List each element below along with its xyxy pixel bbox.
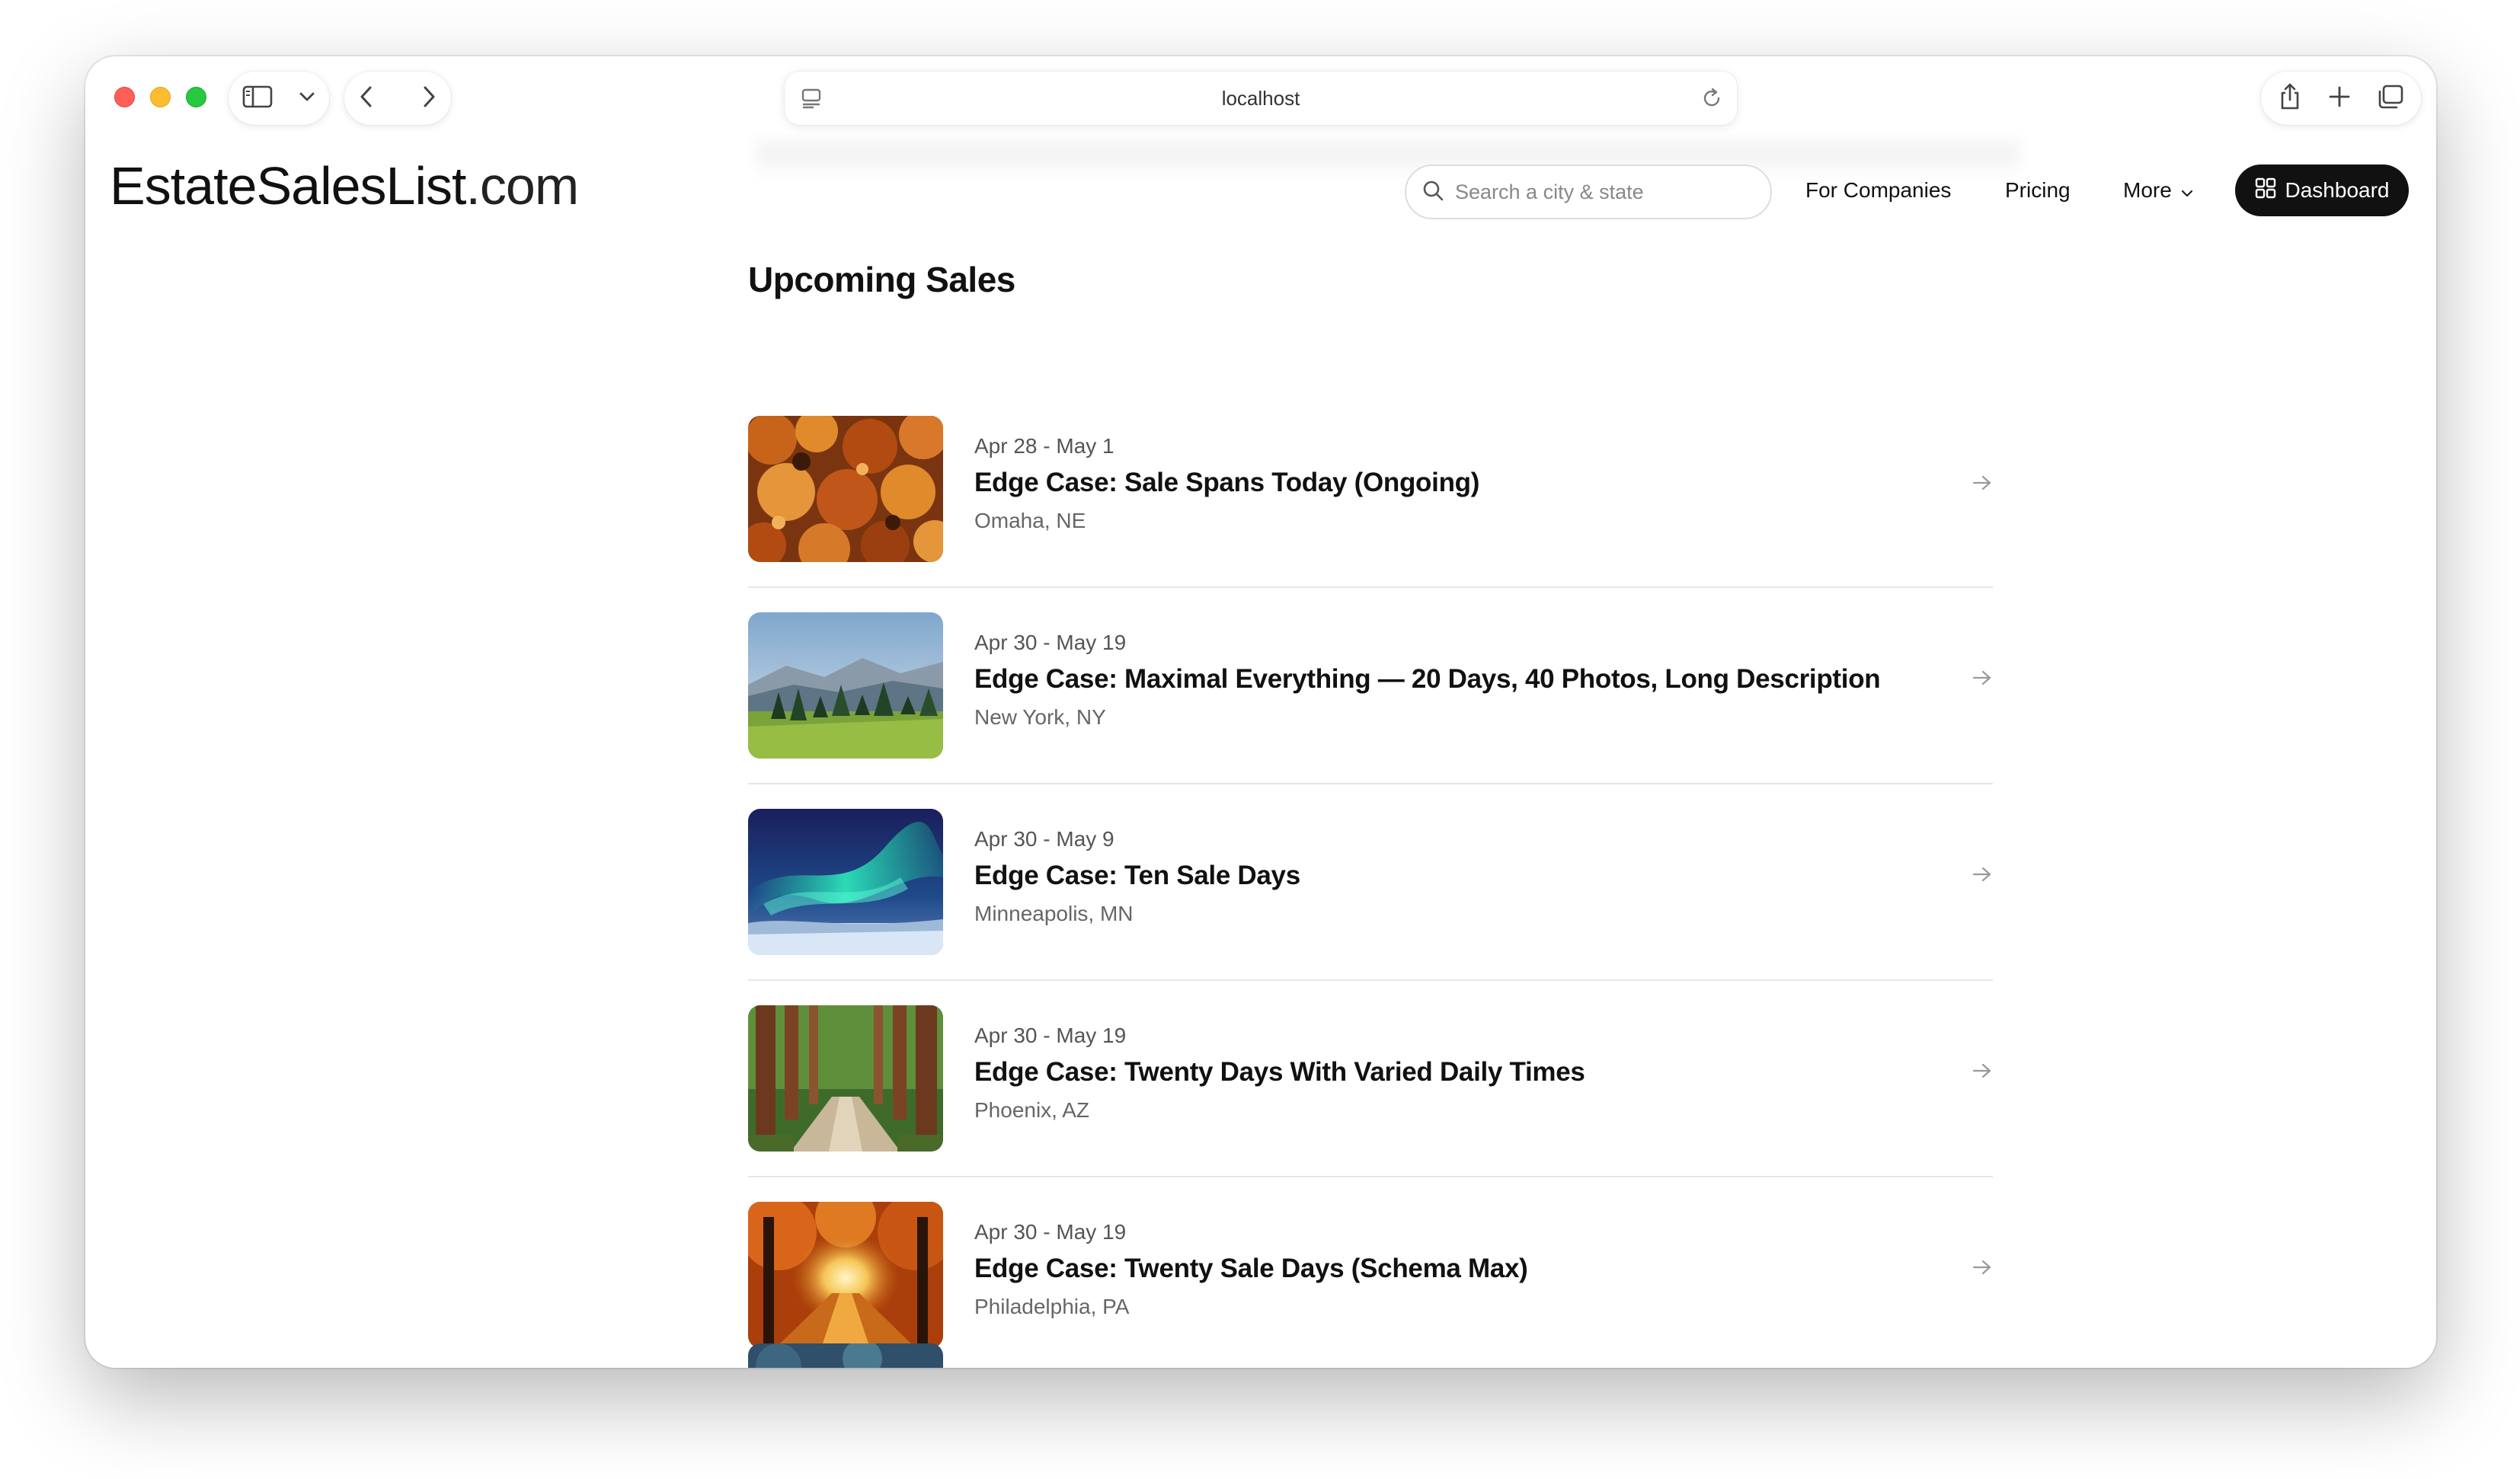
back-icon[interactable] bbox=[360, 85, 373, 112]
sale-title[interactable]: Edge Case: Twenty Days With Varied Daily… bbox=[974, 1057, 1585, 1088]
tab-overview-icon[interactable] bbox=[2377, 84, 2404, 113]
arrow-right-icon bbox=[1972, 669, 1993, 691]
sale-location: New York, NY bbox=[974, 705, 1106, 729]
dashboard-label: Dashboard bbox=[2285, 178, 2390, 202]
arrow-right-icon bbox=[1972, 1062, 1993, 1084]
sale-thumbnail-redwood-path bbox=[748, 1005, 943, 1152]
window-controls bbox=[114, 87, 206, 107]
sale-location: Omaha, NE bbox=[974, 509, 1086, 532]
browser-window: localhost EstateSalesList.com For Compan… bbox=[85, 56, 2436, 1368]
sales-list: Apr 28 - May 1 Edge Case: Sale Spans Tod… bbox=[748, 359, 1993, 1368]
city-search[interactable] bbox=[1405, 165, 1772, 219]
search-icon bbox=[1421, 179, 1444, 206]
history-nav-group bbox=[344, 72, 451, 125]
url-text: localhost bbox=[1221, 86, 1300, 110]
logo-tld: .com bbox=[465, 156, 579, 216]
sidebar-toggle-group bbox=[229, 72, 329, 125]
sale-location: Phoenix, AZ bbox=[974, 1098, 1089, 1122]
sale-thumbnail-mountain-forest bbox=[748, 612, 943, 759]
page-title: Upcoming Sales bbox=[748, 260, 1015, 299]
browser-toolbar: localhost bbox=[85, 56, 2436, 140]
sale-dates: Apr 30 - May 19 bbox=[974, 631, 1127, 654]
sale-list-item[interactable]: Apr 30 - May 9 Edge Case: Ten Sale Days … bbox=[748, 784, 1993, 981]
close-window-button[interactable] bbox=[114, 87, 135, 107]
site-logo[interactable]: EstateSalesList.com bbox=[110, 155, 579, 216]
sale-list-item[interactable]: Apr 30 - May 19 Edge Case: Maximal Every… bbox=[748, 588, 1993, 784]
toolbar-shadow bbox=[756, 133, 2020, 180]
chevron-down-icon[interactable] bbox=[299, 91, 315, 106]
sale-location: Philadelphia, PA bbox=[974, 1295, 1130, 1318]
toolbar-actions-group bbox=[2261, 72, 2421, 125]
grid-icon bbox=[2255, 177, 2276, 204]
sale-dates: Apr 30 - May 19 bbox=[974, 1024, 1127, 1047]
sidebar-icon[interactable] bbox=[242, 85, 273, 112]
nav-for-companies[interactable]: For Companies bbox=[1805, 178, 1951, 203]
sale-thumbnail-aurora bbox=[748, 809, 943, 955]
search-input[interactable] bbox=[1455, 180, 1744, 204]
nav-more-label: More bbox=[2123, 178, 2172, 202]
reload-icon[interactable] bbox=[1700, 87, 1723, 113]
sale-thumbnail-autumn-tunnel bbox=[748, 1202, 943, 1348]
minimize-window-button[interactable] bbox=[150, 87, 171, 107]
sale-dates: Apr 30 - May 9 bbox=[974, 827, 1114, 851]
zoom-window-button[interactable] bbox=[186, 87, 206, 107]
address-bar[interactable]: localhost bbox=[785, 72, 1737, 125]
sale-dates: Apr 30 - May 19 bbox=[974, 1220, 1127, 1244]
sale-list-item[interactable]: Apr 28 - May 1 Edge Case: Sale Spans Tod… bbox=[748, 359, 1993, 588]
chevron-down-icon bbox=[2181, 178, 2193, 203]
sale-dates: Apr 28 - May 1 bbox=[974, 434, 1114, 458]
share-icon[interactable] bbox=[2278, 82, 2302, 115]
dashboard-button[interactable]: Dashboard bbox=[2235, 165, 2409, 216]
sale-location: Minneapolis, MN bbox=[974, 902, 1134, 925]
arrow-right-icon bbox=[1972, 865, 1993, 887]
arrow-right-icon bbox=[1972, 1258, 1993, 1280]
sale-title[interactable]: Edge Case: Twenty Sale Days (Schema Max) bbox=[974, 1254, 1528, 1284]
arrow-right-icon bbox=[1972, 474, 1993, 496]
nav-more[interactable]: More bbox=[2123, 178, 2193, 203]
sale-title[interactable]: Edge Case: Sale Spans Today (Ongoing) bbox=[974, 468, 1479, 498]
sale-title[interactable]: Edge Case: Ten Sale Days bbox=[974, 861, 1300, 891]
logo-main: EstateSalesList bbox=[110, 156, 466, 216]
new-tab-icon[interactable] bbox=[2328, 85, 2351, 112]
sale-thumbnail-partial bbox=[748, 1343, 943, 1368]
forward-icon[interactable] bbox=[422, 85, 436, 112]
sale-list-item[interactable]: Apr 30 - May 19 Edge Case: Twenty Days W… bbox=[748, 981, 1993, 1177]
sale-thumbnail-autumn-leaves bbox=[748, 416, 943, 562]
sale-title[interactable]: Edge Case: Maximal Everything — 20 Days,… bbox=[974, 664, 1881, 695]
nav-pricing[interactable]: Pricing bbox=[2005, 178, 2071, 203]
sale-list-item[interactable]: Apr 30 - May 19 Edge Case: Twenty Sale D… bbox=[748, 1177, 1993, 1368]
